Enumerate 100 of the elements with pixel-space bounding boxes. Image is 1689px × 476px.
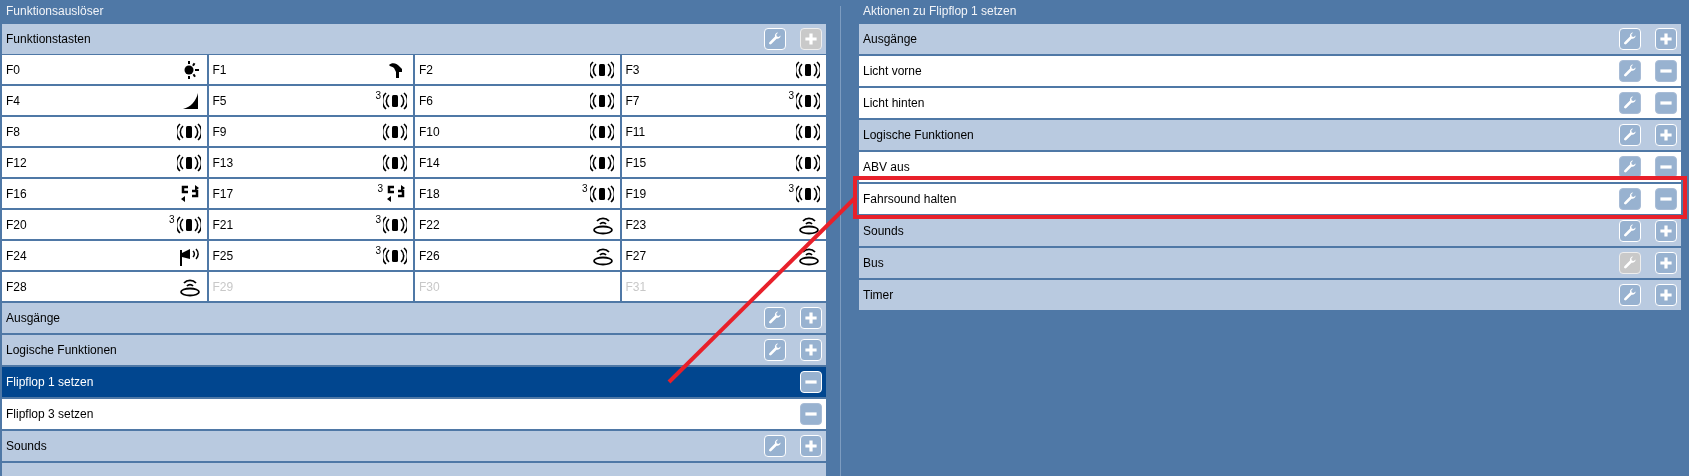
item-label: Licht vorne xyxy=(863,64,923,78)
function-key[interactable]: F4 xyxy=(2,86,207,115)
item-label: Fahrsound halten xyxy=(863,192,958,206)
function-key[interactable]: F12 xyxy=(2,148,207,177)
function-key[interactable]: F23 xyxy=(621,210,826,239)
radio-waves-icon xyxy=(176,214,201,235)
group-label: Ausgänge xyxy=(6,311,62,325)
radio-waves-icon xyxy=(589,90,614,111)
plus-icon xyxy=(803,310,819,326)
key-label: F20 xyxy=(6,217,28,232)
function-key[interactable]: F25 3 xyxy=(208,241,413,270)
function-key[interactable]: F3 xyxy=(621,55,826,84)
radio-waves-icon xyxy=(796,152,820,173)
panel-title: Aktionen zu Flipflop 1 setzen xyxy=(862,3,1018,20)
arrows-icon xyxy=(385,183,407,204)
wrench-icon xyxy=(1622,255,1638,271)
radio-waves-icon xyxy=(383,121,407,142)
wrench-icon xyxy=(1622,127,1638,143)
wrench-icon xyxy=(1622,95,1638,111)
edit-button[interactable] xyxy=(1619,188,1641,210)
function-key[interactable]: F22 xyxy=(415,210,620,239)
function-key[interactable]: F8 xyxy=(2,117,207,146)
wrench-icon xyxy=(767,438,783,454)
wrench-icon xyxy=(1622,287,1638,303)
plus-icon xyxy=(803,438,819,454)
radio-waves-icon xyxy=(589,183,614,204)
edit-button[interactable] xyxy=(1619,156,1641,178)
function-key[interactable]: F13 xyxy=(208,148,413,177)
function-key[interactable]: F18 3 xyxy=(415,179,620,208)
key-label: F11 xyxy=(625,124,647,139)
superscript-number: 3 xyxy=(375,90,381,101)
function-key[interactable]: F20 3 xyxy=(2,210,207,239)
key-label: F12 xyxy=(6,155,28,170)
function-key[interactable]: F26 xyxy=(415,241,620,270)
item-label: Flipflop 1 setzen xyxy=(6,375,95,389)
radio-waves-icon xyxy=(383,152,407,173)
plus-icon xyxy=(1658,31,1674,47)
key-label: F17 xyxy=(212,186,235,201)
wrench-icon xyxy=(1622,31,1638,47)
key-label: F25 xyxy=(212,248,235,263)
group-label: Logische Funktionen xyxy=(863,128,975,142)
key-label: F18 xyxy=(419,186,441,201)
radio-waves-icon xyxy=(383,245,407,266)
function-key[interactable]: F0 xyxy=(2,55,207,84)
key-label: F24 xyxy=(6,248,28,263)
key-label: F9 xyxy=(212,124,228,139)
radio-waves-icon xyxy=(589,59,614,80)
panel-title: Funktionsauslöser xyxy=(5,3,105,20)
function-key[interactable]: F24 xyxy=(2,241,207,270)
function-key[interactable]: F9 xyxy=(208,117,413,146)
wrench-icon xyxy=(1622,63,1638,79)
key-label: F0 xyxy=(6,62,21,77)
function-key[interactable]: F19 3 xyxy=(621,179,826,208)
wrench-icon xyxy=(767,31,783,47)
list-item[interactable]: Fahrsound halten xyxy=(859,184,1681,214)
function-key[interactable]: F27 xyxy=(621,241,826,270)
plus-icon xyxy=(1658,223,1674,239)
function-key[interactable]: F10 xyxy=(415,117,620,146)
group-label: Timer xyxy=(863,288,895,302)
group-label: Logische Funktionen xyxy=(6,343,118,357)
list-item[interactable]: Licht vorne xyxy=(859,56,1681,86)
wrench-icon xyxy=(1622,159,1638,175)
key-label: F19 xyxy=(625,186,648,201)
group-label: Funktionstasten xyxy=(6,32,92,46)
function-key[interactable]: F2 xyxy=(415,55,620,84)
key-label: F13 xyxy=(212,155,235,170)
function-key[interactable]: F15 xyxy=(621,148,826,177)
list-item[interactable]: Licht hinten xyxy=(859,88,1681,118)
function-key[interactable]: F17 3 xyxy=(208,179,413,208)
function-key[interactable]: F7 3 xyxy=(621,86,826,115)
radio-waves-icon xyxy=(383,214,407,235)
superscript-number: 3 xyxy=(788,90,794,101)
item-label: Licht hinten xyxy=(863,96,926,110)
function-key[interactable]: F16 xyxy=(2,179,207,208)
radio-waves-icon xyxy=(796,90,820,111)
function-key[interactable]: F5 3 xyxy=(208,86,413,115)
function-key[interactable]: F11 xyxy=(621,117,826,146)
key-label: F27 xyxy=(625,248,648,263)
superscript-number: 3 xyxy=(377,183,383,194)
remove-button[interactable] xyxy=(1655,156,1677,178)
key-label: F10 xyxy=(419,124,441,139)
list-item[interactable]: Flipflop 3 setzen xyxy=(2,399,826,429)
key-label: F1 xyxy=(212,62,228,77)
key-label: F21 xyxy=(212,217,235,232)
function-key[interactable]: F6 xyxy=(415,86,620,115)
list-item[interactable]: Flipflop 1 setzen xyxy=(2,367,826,397)
superscript-number: 3 xyxy=(788,183,794,194)
key-label: F16 xyxy=(6,186,28,201)
wrench-icon xyxy=(1622,223,1638,239)
radio-waves-icon xyxy=(589,152,614,173)
edit-button[interactable] xyxy=(1619,60,1641,82)
key-label: F6 xyxy=(419,93,434,108)
function-key[interactable]: F28 xyxy=(2,272,207,301)
radio-waves-icon xyxy=(176,152,201,173)
key-label: F26 xyxy=(419,248,441,263)
edit-button[interactable] xyxy=(1619,92,1641,114)
key-label: F15 xyxy=(625,155,648,170)
function-key[interactable]: F21 3 xyxy=(208,210,413,239)
function-key[interactable]: F1 xyxy=(208,55,413,84)
function-key[interactable]: F14 xyxy=(415,148,620,177)
